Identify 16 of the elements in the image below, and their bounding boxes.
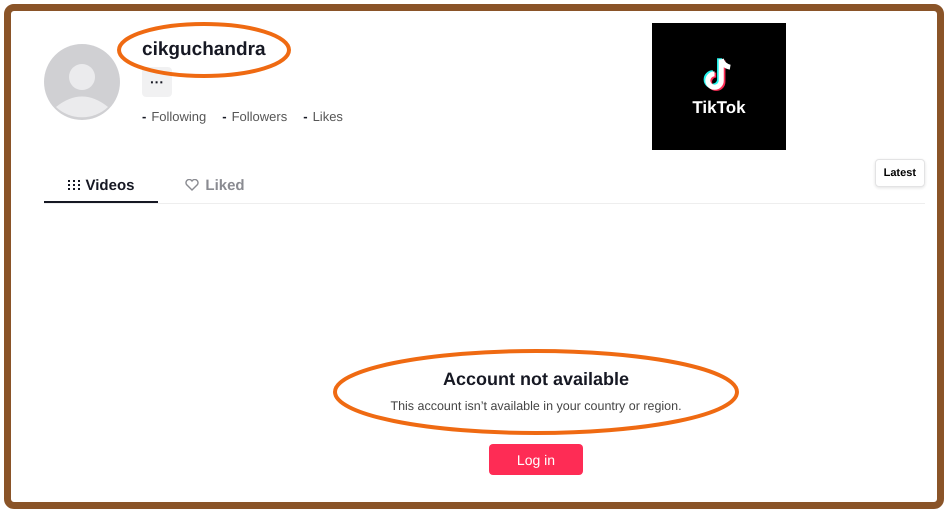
message-text: This account isn’t available in your country or region. [390,399,682,413]
message-title: Account not available [442,369,630,390]
grid-icon [68,180,80,190]
stat-label: Followers [232,109,288,124]
avatar-icon [44,44,120,120]
stat-label: Likes [312,109,343,124]
logo-text: TikTok [692,98,746,118]
username: cikguchandra [142,38,266,62]
stat-label: Following [151,109,206,124]
login-button[interactable]: Log in [489,444,583,475]
tab[interactable]: Videos [44,169,158,203]
sort-button[interactable]: Latest [874,159,925,187]
heart-icon [185,179,200,191]
stat-value: - [303,109,308,124]
stat-value: - [142,109,146,124]
stat-value: - [222,109,227,124]
